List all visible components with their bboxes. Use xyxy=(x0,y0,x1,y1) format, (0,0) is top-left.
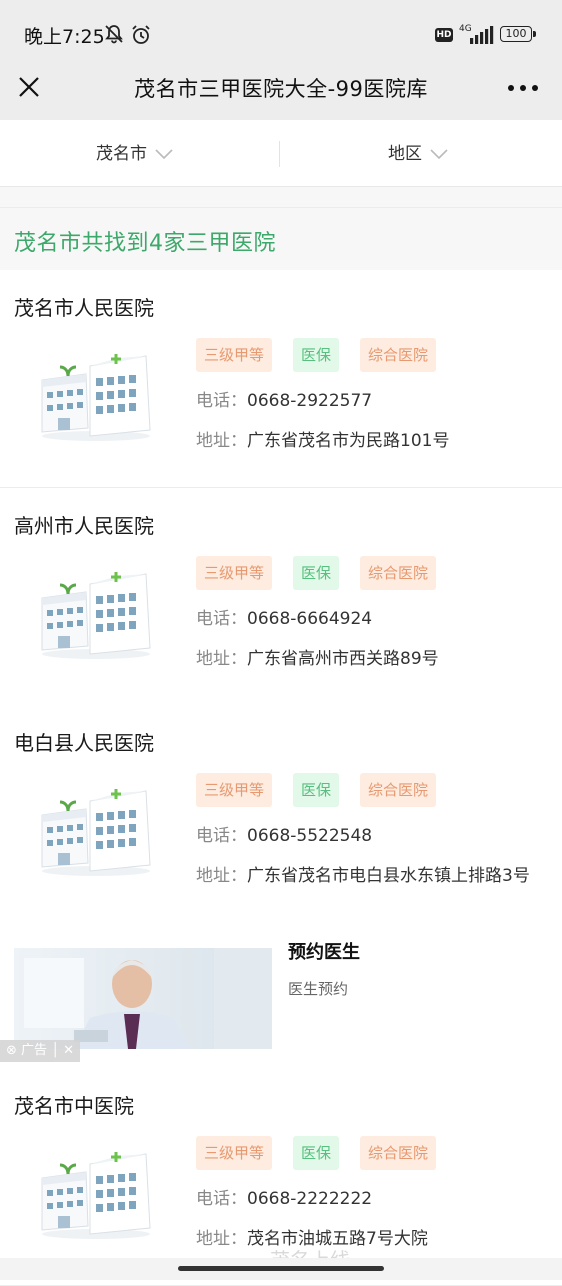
address-label: 地址： xyxy=(196,1229,247,1249)
tag-level: 三级甲等 xyxy=(196,773,273,807)
phone-label: 电话： xyxy=(196,1189,247,1209)
result-summary-text: 茂名市共找到4家三甲医院 xyxy=(14,231,276,256)
address-row: 地址：广东省高州市西关路89号 xyxy=(196,644,548,669)
hospital-card[interactable]: 高州市人民医院 三级甲等 医保 综合医院 电话：0668-6664924 地址：… xyxy=(0,488,562,706)
phone-row: 电话：0668-6664924 xyxy=(196,604,372,629)
tag-insurance: 医保 xyxy=(293,556,340,590)
ad-close-icon[interactable]: │ ✕ xyxy=(51,1043,74,1058)
ad-subtitle: 医生预约 xyxy=(288,980,349,998)
address-text: 广东省茂名市电白县水东镇上排路3号 xyxy=(247,866,530,886)
phone-row: 电话：0668-2222222 xyxy=(196,1184,372,1209)
bell-mute-icon xyxy=(105,25,123,44)
ad-title: 预约医生 xyxy=(288,942,360,963)
hospital-building-icon xyxy=(41,354,151,441)
signal-icon xyxy=(470,26,494,44)
address-label: 地址： xyxy=(196,431,247,451)
phone-number: 0668-5522548 xyxy=(247,826,373,846)
hospital-name: 茂名市人民医院 xyxy=(14,296,154,320)
hospital-name: 高州市人民医院 xyxy=(14,514,154,538)
filter-divider xyxy=(279,141,280,167)
filter-region-label: 地区 xyxy=(388,144,422,164)
doctor-photo xyxy=(14,948,272,1049)
filter-region-dropdown[interactable]: 地区 xyxy=(388,120,448,186)
address-text: 广东省茂名市为民路101号 xyxy=(247,431,450,451)
filter-city-label: 茂名市 xyxy=(96,144,147,164)
phone-row: 电话：0668-5522548 xyxy=(196,821,372,846)
filter-bar: 茂名市 地区 xyxy=(0,120,562,187)
phone-row: 电话：0668-2922577 xyxy=(196,386,372,411)
tag-insurance: 医保 xyxy=(293,338,340,372)
system-nav-bar xyxy=(0,1258,562,1280)
address-label: 地址： xyxy=(196,649,247,669)
address-row: 地址：茂名市油城五路7号大院 xyxy=(196,1224,548,1249)
tag-type: 综合医院 xyxy=(360,773,437,807)
address-row: 地址：广东省茂名市为民路101号 xyxy=(196,426,548,451)
hospital-building-icon xyxy=(41,1152,151,1239)
phone-number: 0668-6664924 xyxy=(247,609,373,629)
tag-type: 综合医院 xyxy=(360,338,437,372)
status-time: 晚上7:25 xyxy=(24,26,105,48)
section-gap xyxy=(0,187,562,207)
tag-level: 三级甲等 xyxy=(196,338,273,372)
tag-type: 综合医院 xyxy=(360,556,437,590)
tag-insurance: 医保 xyxy=(293,773,340,807)
phone-number: 0668-2922577 xyxy=(247,391,373,411)
address-label: 地址： xyxy=(196,866,247,886)
result-summary: 茂名市共找到4家三甲医院 xyxy=(0,207,562,271)
phone-number: 0668-2222222 xyxy=(247,1189,373,1209)
ad-mark-icon: ⊗ xyxy=(6,1043,17,1058)
chevron-down-icon xyxy=(155,149,173,160)
hospital-building-icon xyxy=(41,572,151,659)
page-title: 茂名市三甲医院大全-99医院库 xyxy=(134,77,428,101)
hospital-card[interactable]: 茂名市人民医院 三级甲等 医保 综合医院 电话：0668-2922577 地址：… xyxy=(0,270,562,488)
home-indicator[interactable] xyxy=(178,1266,384,1271)
phone-label: 电话： xyxy=(196,391,247,411)
address-row: 地址：广东省茂名市电白县水东镇上排路3号 xyxy=(196,861,548,886)
more-icon[interactable] xyxy=(506,80,540,96)
hospital-name: 电白县人民医院 xyxy=(14,731,154,755)
battery-icon: 100 xyxy=(500,26,536,42)
tag-level: 三级甲等 xyxy=(196,556,273,590)
tag-level: 三级甲等 xyxy=(196,1136,273,1170)
ad-badge[interactable]: ⊗ 广告 │ ✕ xyxy=(0,1040,81,1062)
tag-type: 综合医院 xyxy=(360,1136,437,1170)
address-text: 广东省高州市西关路89号 xyxy=(247,649,439,669)
alarm-icon xyxy=(132,25,150,44)
phone-label: 电话： xyxy=(196,609,247,629)
filter-city-dropdown[interactable]: 茂名市 xyxy=(96,120,173,186)
phone-label: 电话： xyxy=(196,826,247,846)
ad-badge-label: 广告 xyxy=(21,1043,48,1058)
status-bar: 晚上7:25 HD 4G 100 xyxy=(0,0,562,66)
hd-icon: HD xyxy=(435,28,453,42)
hospital-card[interactable]: 电白县人民医院 三级甲等 医保 综合医院 电话：0668-5522548 地址：… xyxy=(0,705,562,923)
nav-bar: 茂名市三甲医院大全-99医院库 xyxy=(0,58,562,120)
hospital-name: 茂名市中医院 xyxy=(14,1094,134,1118)
ad-banner[interactable]: 预约医生 医生预约 ⊗ 广告 │ ✕ xyxy=(0,920,562,1062)
tag-insurance: 医保 xyxy=(293,1136,340,1170)
hospital-building-icon xyxy=(41,789,151,876)
chevron-down-icon xyxy=(430,149,448,160)
